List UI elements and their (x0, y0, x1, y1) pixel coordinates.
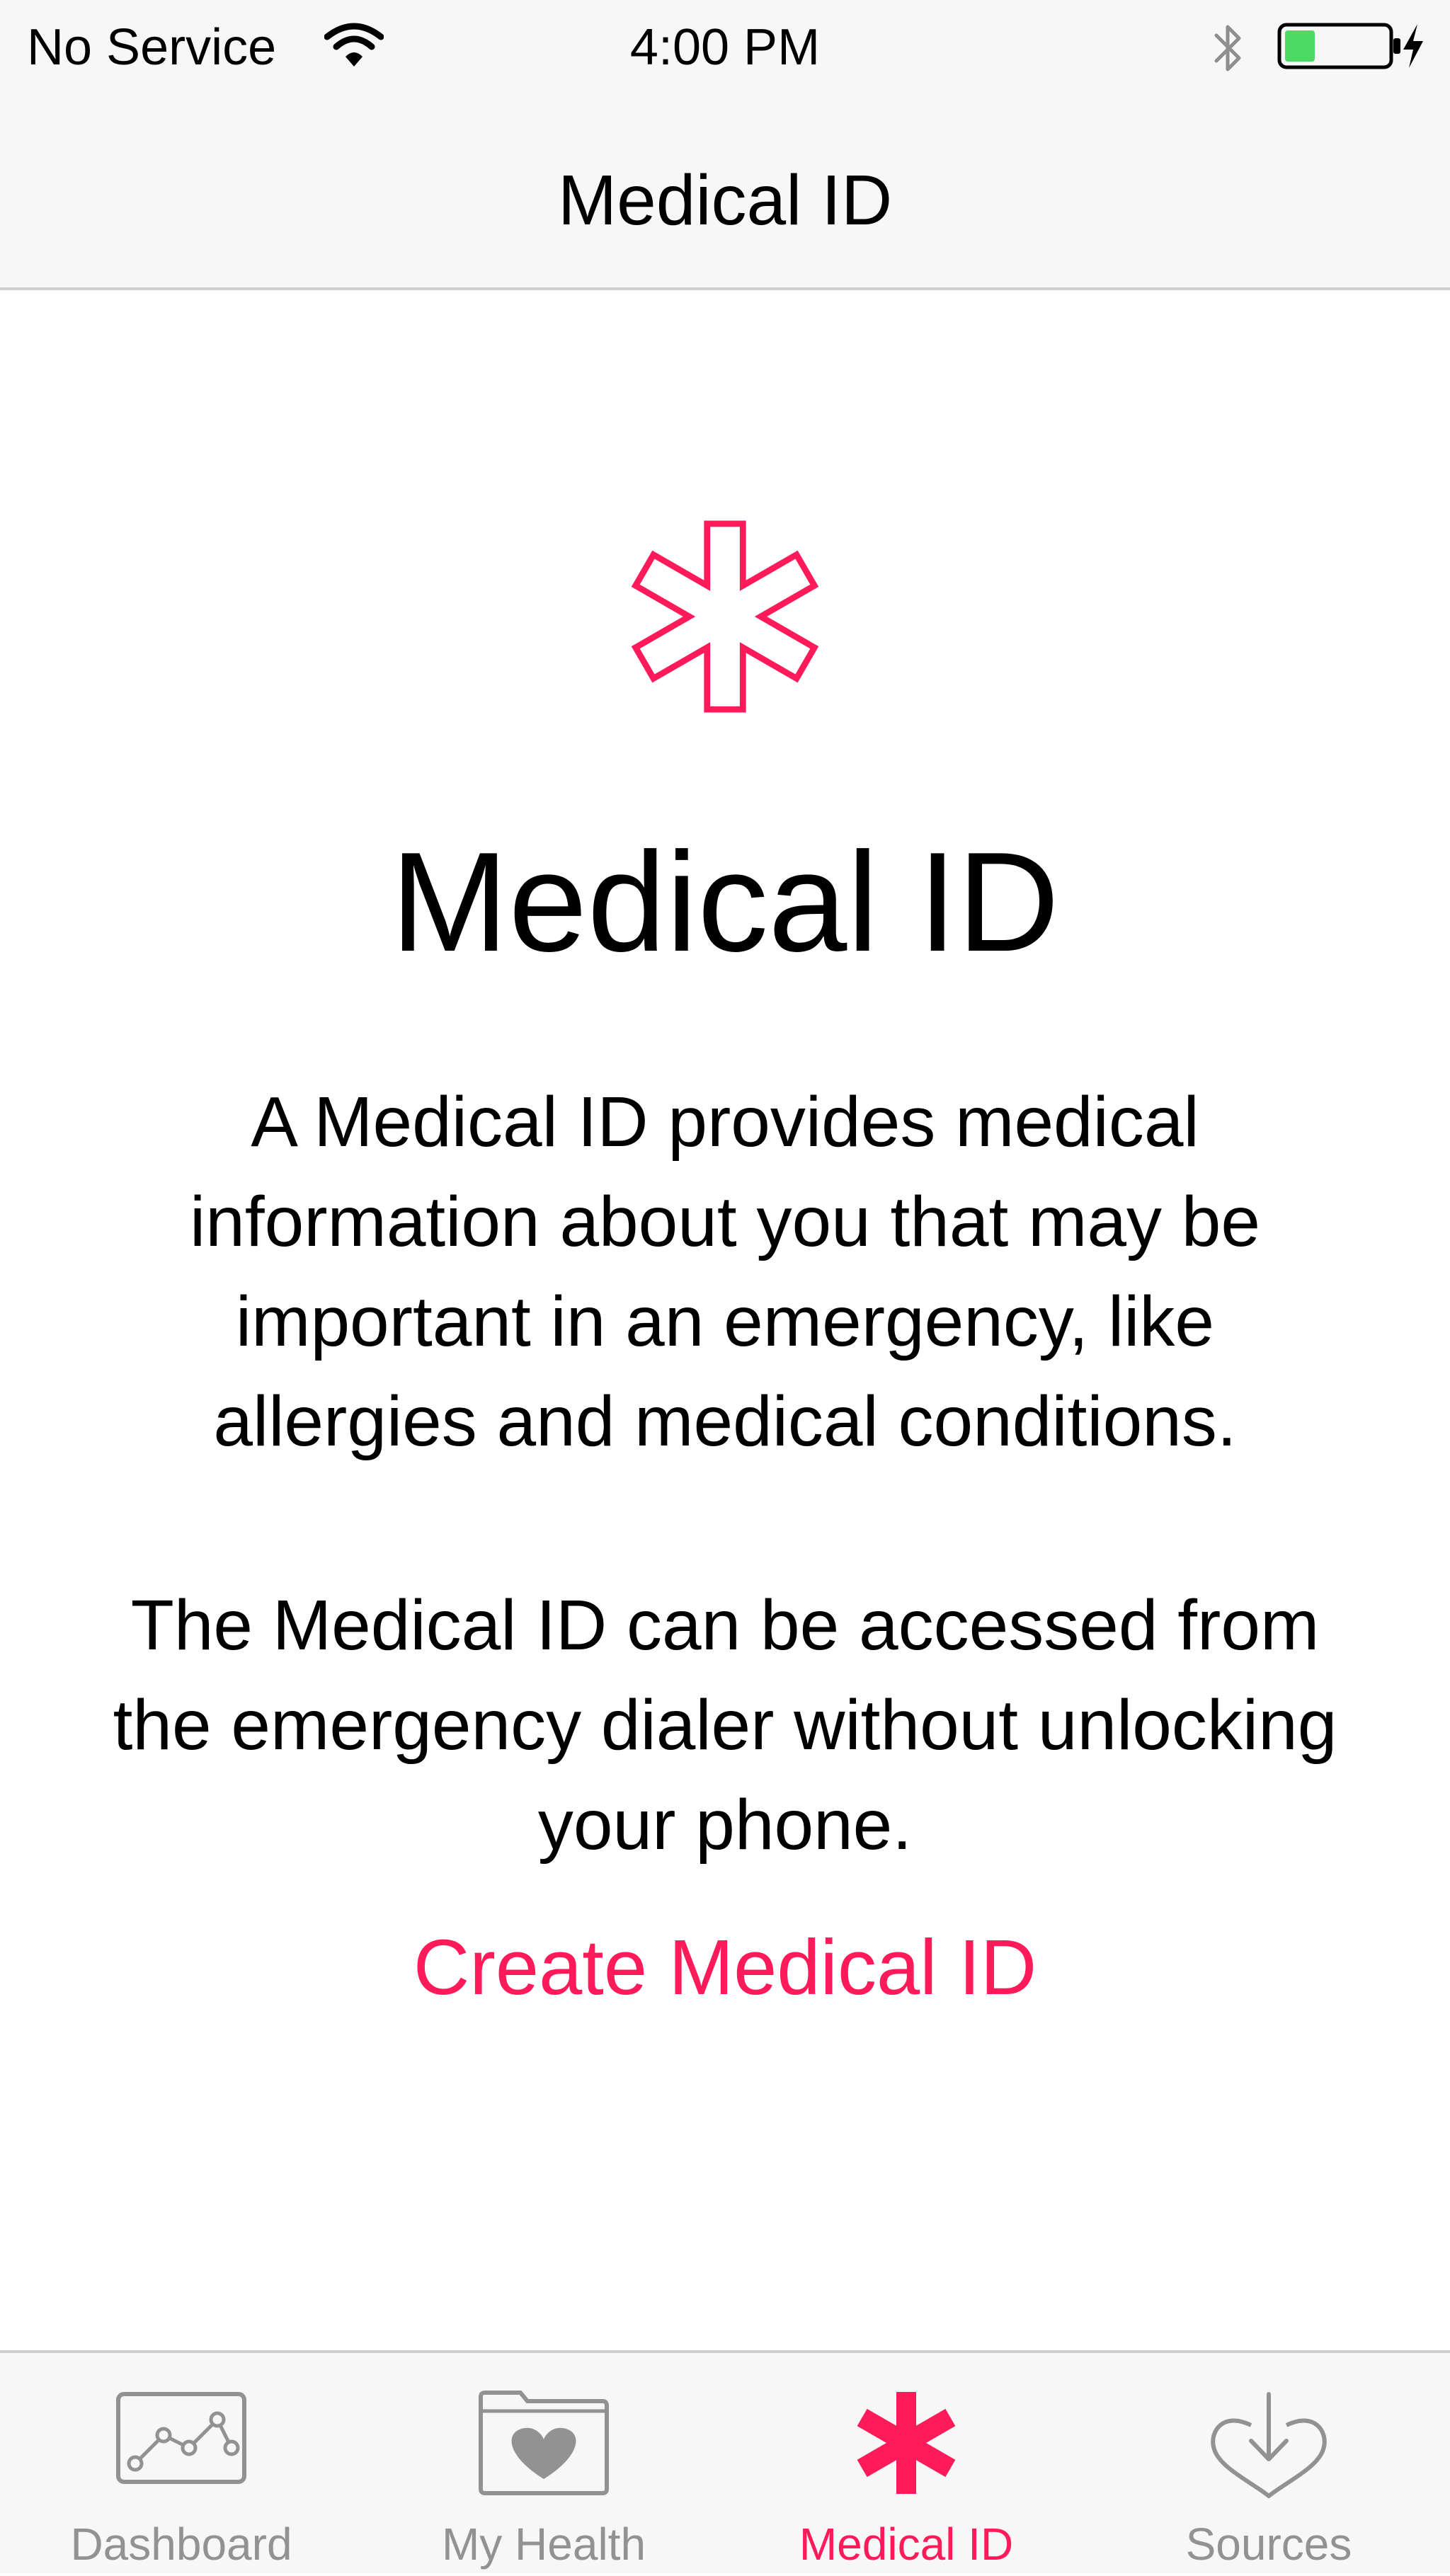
tab-my-health-label: My Health (441, 2519, 646, 2570)
tab-dashboard[interactable]: Dashboard (0, 2353, 362, 2576)
medical-star-icon (857, 2392, 956, 2494)
medical-id-heading: Medical ID (390, 823, 1060, 981)
navigation-bar: Medical ID (0, 96, 1450, 290)
description-paragraph-1: A Medical ID provides medical informatio… (189, 1082, 1260, 1461)
tab-medical-id[interactable]: Medical ID (725, 2353, 1088, 2576)
page-title: Medical ID (557, 161, 893, 240)
tab-my-health[interactable]: My Health (362, 2353, 725, 2576)
description-paragraph-2: The Medical ID can be accessed from the … (113, 1586, 1337, 1865)
health-folder-icon (479, 2391, 609, 2495)
status-bar: No Service 4:00 PM (0, 0, 1450, 96)
tab-sources-label: Sources (1185, 2519, 1352, 2570)
tab-medical-id-label: Medical ID (799, 2519, 1014, 2570)
tab-dashboard-label: Dashboard (70, 2519, 292, 2570)
dashboard-chart-icon (116, 2392, 246, 2484)
tab-bar: Dashboard My Health Medical ID Sources (0, 2350, 1450, 2573)
medical-star-outline-icon (631, 520, 819, 713)
charging-bolt-icon (1403, 24, 1423, 68)
tab-sources[interactable]: Sources (1088, 2353, 1450, 2576)
bluetooth-icon (1214, 25, 1241, 71)
sources-download-heart-icon (1211, 2392, 1327, 2498)
battery-icon (1277, 23, 1400, 69)
create-medical-id-link[interactable]: Create Medical ID (0, 1918, 1450, 2017)
main-content: Medical ID A Medical ID provides medical… (0, 290, 1450, 2350)
